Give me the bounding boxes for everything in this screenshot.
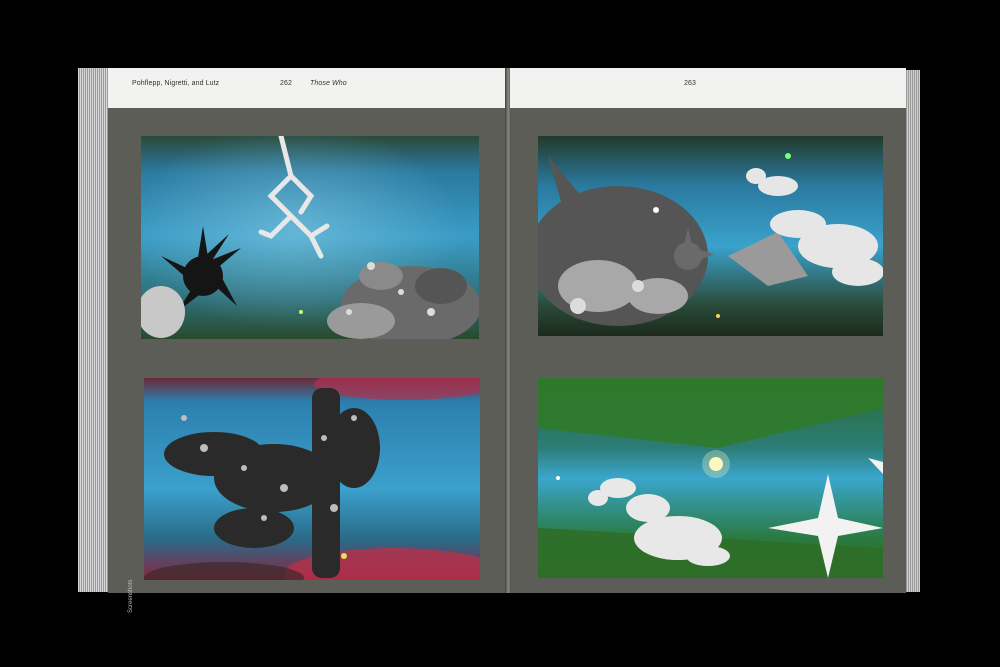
- top-left-render: [141, 136, 479, 339]
- top-right-render: [538, 136, 883, 336]
- right-page: 263: [510, 68, 906, 593]
- left-page: Pohflepp, Nigretti, and Lutz 262 Those W…: [108, 68, 507, 613]
- right-page-number: 263: [684, 80, 696, 87]
- bottom-right-render: [538, 378, 883, 578]
- header-authors: Pohflepp, Nigretti, and Lutz: [132, 80, 220, 87]
- header-title: Those Who: [310, 80, 347, 87]
- right-page-header: 263: [510, 68, 906, 108]
- bottom-left-render: [144, 378, 480, 580]
- left-page-header: Pohflepp, Nigretti, and Lutz 262 Those W…: [108, 68, 507, 108]
- right-page-edges: [904, 70, 920, 592]
- left-page-edges: [78, 68, 108, 592]
- left-page-number: 262: [280, 80, 292, 87]
- side-label: Screenshots: [128, 579, 134, 613]
